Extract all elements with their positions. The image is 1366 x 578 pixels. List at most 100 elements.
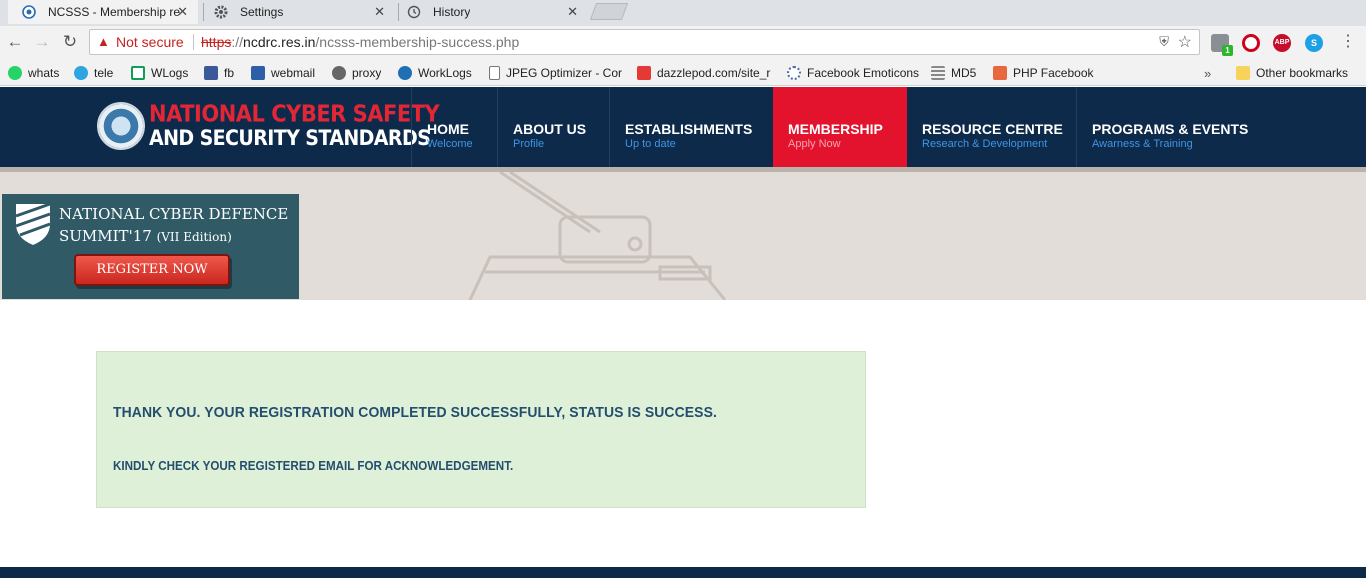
success-message: THANK YOU. YOUR REGISTRATION COMPLETED S… [113, 404, 717, 421]
extension-badge-count: 1 [1222, 45, 1233, 56]
bookmark-tele[interactable]: tele [74, 65, 113, 81]
bookmark-webmail[interactable]: webmail [251, 65, 315, 81]
bookmark-label: WorkLogs [418, 66, 472, 80]
bookmark-fb[interactable]: fb [204, 65, 234, 81]
nav-programs-events[interactable]: PROGRAMS & EVENTS Awarness & Training [1077, 87, 1257, 167]
bookmark-label: MD5 [951, 66, 977, 80]
bookmark-php-facebook[interactable]: PHP Facebook [993, 65, 1094, 81]
forward-arrow-icon[interactable]: → [32, 32, 52, 52]
logo-title-line2[interactable]: AND SECURITY STANDARDS [149, 126, 431, 151]
close-icon[interactable]: ✕ [567, 4, 578, 20]
nav-label: ABOUT US [513, 121, 587, 137]
menu-dots-icon[interactable]: ⋮ [1338, 32, 1358, 52]
hero-banner: NATIONAL CYBER DEFENCE SUMMIT'17 (VII Ed… [0, 172, 1366, 300]
folder-icon [1236, 66, 1250, 80]
bookmark-md5[interactable]: MD5 [931, 65, 976, 81]
tab-title: History [433, 5, 471, 19]
bookmark-jpeg-optimizer[interactable]: JPEG Optimizer - Cor [489, 65, 623, 81]
register-now-button[interactable]: REGISTER NOW [74, 254, 230, 286]
bookmark-proxy[interactable]: proxy [332, 65, 381, 81]
nav-membership[interactable]: MEMBERSHIP Apply Now [773, 87, 907, 167]
bookmark-label: proxy [352, 66, 382, 80]
gear-icon [332, 66, 346, 80]
reload-icon[interactable]: ↻ [60, 32, 80, 52]
back-arrow-icon[interactable]: ← [5, 32, 25, 52]
bookmark-label: Facebook Emoticons [807, 66, 920, 80]
main-content: THANK YOU. YOUR REGISTRATION COMPLETED S… [0, 300, 1366, 567]
nav-establishments[interactable]: ESTABLISHMENTS Up to date [610, 87, 773, 167]
binary-icon [931, 66, 945, 80]
nav-sublabel: Welcome [427, 138, 473, 150]
bookmark-dazzlepod[interactable]: dazzlepod.com/site_r [637, 65, 773, 81]
opera-icon[interactable] [1242, 34, 1260, 52]
abp-icon[interactable]: ABP [1273, 34, 1291, 52]
history-icon [407, 5, 421, 19]
facebook-icon [204, 66, 218, 80]
nav-label: ESTABLISHMENTS [625, 121, 753, 137]
tab-ncsss[interactable]: NCSSS - Membership re ✕ [8, 0, 198, 24]
bookmark-label: webmail [271, 66, 316, 80]
bookmark-other[interactable]: Other bookmarks [1236, 65, 1348, 81]
summit-subtitle: SUMMIT'17 (VII Edition) [59, 227, 232, 245]
footer-strip [0, 567, 1366, 578]
address-bar[interactable]: ▲ Not secure https://ncdrc.res.in/ncsss-… [89, 29, 1200, 55]
url-host: ncdrc.res.in [243, 34, 316, 50]
bookmark-facebook-emoticons[interactable]: Facebook Emoticons [787, 65, 919, 81]
bookmark-worklogs[interactable]: WorkLogs [398, 65, 472, 81]
close-icon[interactable]: ✕ [374, 4, 385, 20]
globe-icon [22, 5, 36, 19]
bookmark-whats[interactable]: whats [8, 65, 59, 81]
url-text[interactable]: https://ncdrc.res.in/ncsss-membership-su… [201, 34, 519, 50]
nav-sublabel: Apply Now [788, 138, 841, 150]
extension-badge-icon[interactable]: 1 [1211, 34, 1233, 56]
summit-year: SUMMIT'17 [59, 227, 152, 245]
security-status[interactable]: Not secure [116, 34, 184, 50]
nav-about-us[interactable]: ABOUT US Profile [498, 87, 609, 167]
url-protocol: https [201, 34, 232, 50]
tab-settings[interactable]: Settings ✕ [200, 0, 395, 24]
skype-icon[interactable]: S [1305, 34, 1323, 52]
nav-label: HOME [427, 121, 469, 137]
flower-icon [787, 66, 801, 80]
success-alert: THANK YOU. YOUR REGISTRATION COMPLETED S… [96, 351, 866, 508]
bookmarks-overflow-button[interactable]: » [1204, 65, 1211, 81]
bookmark-wlogs[interactable]: WLogs [131, 65, 188, 81]
webmail-icon [251, 66, 265, 80]
nav-label: RESOURCE CENTRE [922, 121, 1063, 137]
nav-resource-centre[interactable]: RESOURCE CENTRE Research & Development [907, 87, 1077, 167]
tab-title: Settings [240, 5, 284, 19]
omnibox-divider [193, 34, 194, 50]
blocked-content-icon[interactable]: ⛨ [1159, 34, 1169, 50]
nav-sublabel: Awarness & Training [1092, 138, 1193, 150]
shield-icon [15, 202, 51, 245]
bookmark-label: tele [94, 66, 114, 80]
page-icon [489, 66, 500, 80]
bookmark-label: PHP Facebook [1013, 66, 1094, 80]
nav-home[interactable]: HOME Welcome [412, 87, 497, 167]
dazzlepod-icon [637, 66, 651, 80]
bookmark-label: JPEG Optimizer - Cor [506, 66, 623, 80]
tab-history[interactable]: History ✕ [393, 0, 588, 24]
new-tab-button[interactable] [589, 3, 629, 20]
summit-ad[interactable]: NATIONAL CYBER DEFENCE SUMMIT'17 (VII Ed… [2, 194, 299, 299]
gear-icon [214, 5, 228, 19]
ncsss-logo-emblem[interactable] [97, 102, 145, 150]
nav-sublabel: Up to date [625, 138, 676, 150]
tank-illustration [468, 172, 727, 300]
summit-edition: (VII Edition) [156, 230, 232, 244]
site-header: NATIONAL CYBER SAFETY AND SECURITY STAND… [0, 87, 1366, 167]
bookmark-label: dazzlepod.com/site_r [657, 66, 771, 80]
nav-label: PROGRAMS & EVENTS [1092, 121, 1249, 137]
summit-title: NATIONAL CYBER DEFENCE [59, 205, 289, 223]
logo-title-line1[interactable]: NATIONAL CYBER SAFETY [149, 100, 440, 127]
close-icon[interactable]: ✕ [177, 4, 188, 20]
nav-label: MEMBERSHIP [788, 121, 883, 137]
warning-icon: ▲ [97, 34, 110, 49]
tab-title: NCSSS - Membership re [48, 5, 181, 19]
browser-tab-strip: NCSSS - Membership re ✕ Settings ✕ Histo… [0, 0, 1366, 26]
plus-icon [993, 66, 1007, 80]
bookmark-star-icon[interactable]: ☆ [1178, 32, 1192, 52]
bookmark-label: whats [28, 66, 60, 80]
bookmarks-bar: whats tele WLogs fb webmail proxy WorkLo… [0, 59, 1366, 86]
browser-toolbar: ← → ↻ ▲ Not secure https://ncdrc.res.in/… [0, 26, 1366, 59]
